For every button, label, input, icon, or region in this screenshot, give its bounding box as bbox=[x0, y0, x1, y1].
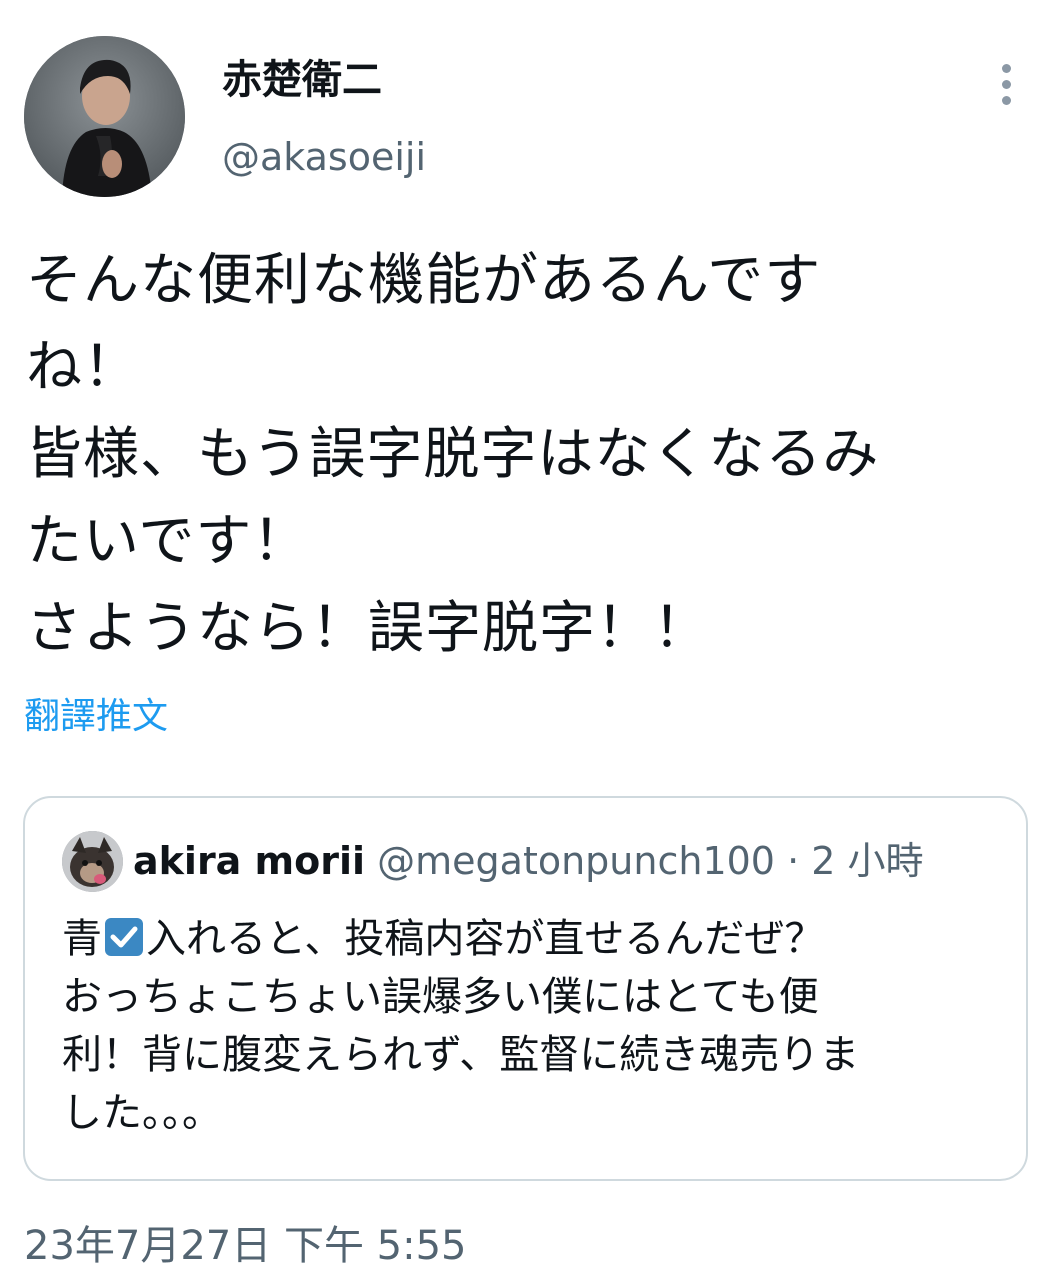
quoted-tweet-time[interactable]: 2 小時 bbox=[811, 839, 923, 883]
quoted-author-handle[interactable]: @megatonpunch100 bbox=[377, 839, 775, 883]
more-dots-icon-middle bbox=[1002, 80, 1011, 89]
author-handle[interactable]: @akasoeiji bbox=[222, 130, 426, 184]
more-options-button[interactable] bbox=[990, 60, 1024, 110]
quoted-author-avatar[interactable] bbox=[62, 831, 123, 892]
quoted-tweet-header: akira morii @megatonpunch100 · 2 小時 bbox=[133, 836, 924, 886]
quoted-tweet-text: 青入れると、投稿内容が直せるんだぜ？ おっちょこちょい誤爆多い僕にはとても便 利… bbox=[62, 910, 1002, 1142]
tweet-timestamp[interactable]: 23年7月27日 下午 5:55 bbox=[24, 1218, 467, 1274]
author-avatar[interactable] bbox=[24, 36, 185, 197]
quoted-author-name[interactable]: akira morii bbox=[133, 839, 365, 883]
more-dots-icon bbox=[1002, 64, 1011, 73]
quoted-tweet-card[interactable]: akira morii @megatonpunch100 · 2 小時 青入れる… bbox=[23, 796, 1028, 1181]
quoted-text-after-emoji: 入れると、投稿内容が直せるんだぜ？ おっちょこちょい誤爆多い僕にはとても便 利！… bbox=[62, 916, 860, 1136]
author-display-name[interactable]: 赤楚衛二 bbox=[222, 52, 382, 108]
translate-tweet-link[interactable]: 翻譯推文 bbox=[24, 692, 168, 742]
check-mark-button-icon bbox=[105, 918, 143, 956]
quoted-text-before-emoji: 青 bbox=[62, 916, 102, 962]
header-separator: · bbox=[774, 839, 812, 883]
tweet-text: そんな便利な機能があるんです ね！ 皆様、もう誤字脱字はなくなるみ たいです！ … bbox=[26, 248, 880, 661]
more-dots-icon-bottom bbox=[1002, 96, 1011, 105]
